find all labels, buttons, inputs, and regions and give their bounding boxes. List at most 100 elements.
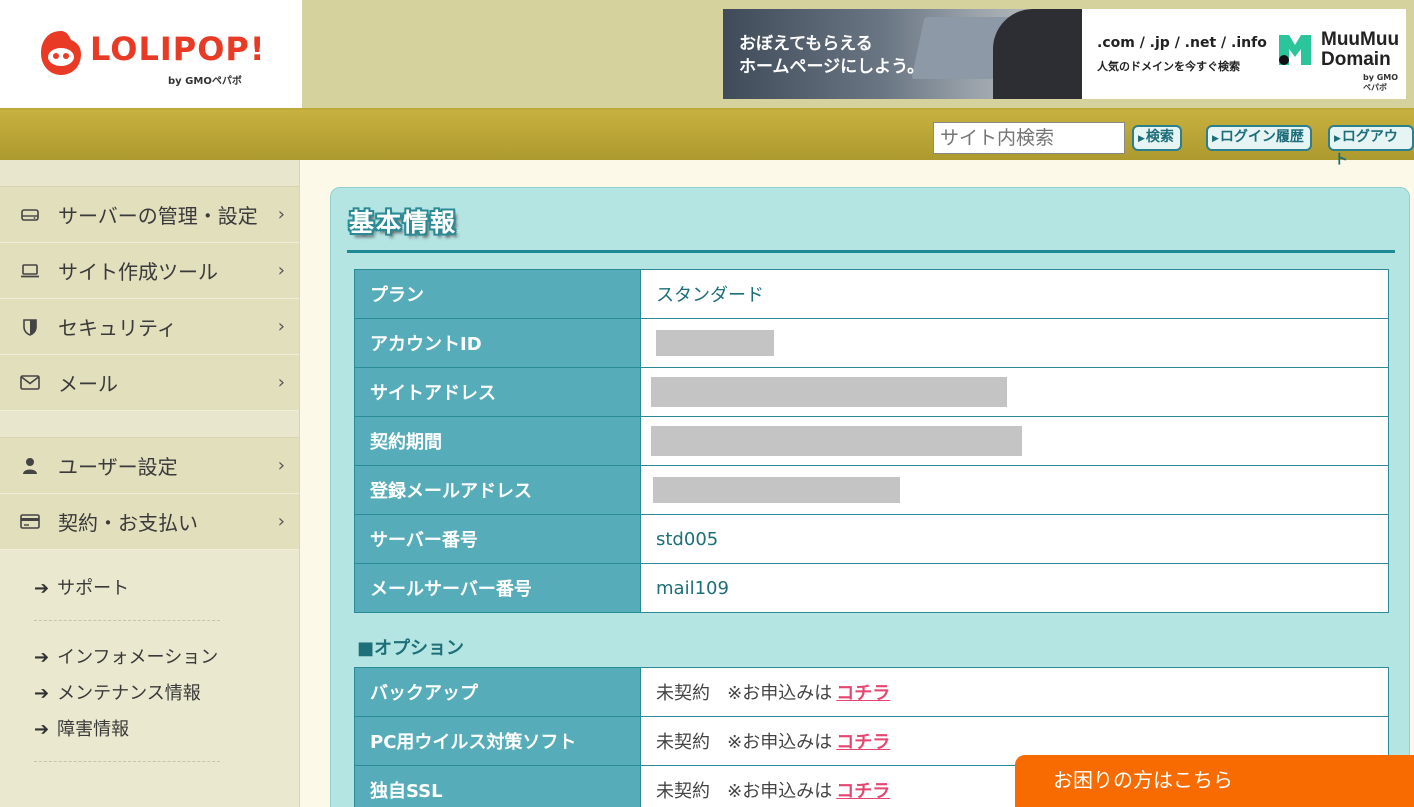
option-note: ※お申込みは (727, 732, 833, 753)
banner-domains: .com / .jp / .net / .info (1097, 35, 1267, 51)
play-arrow-icon: ▶ (1334, 134, 1341, 144)
sidebar-item-label: ユーザー設定 (58, 455, 178, 479)
header: LOLIPOP! by GMOペパボ おぼえてもらえる ホームページにしよう。 … (0, 0, 1414, 108)
option-note: ※お申込みは (727, 683, 833, 704)
table-row: メールサーバー番号 mail109 (354, 563, 1389, 613)
toolbar: ▶検索 ▶ログイン履歴 ▶ログアウト (0, 108, 1414, 168)
lolipop-logo[interactable]: LOLIPOP! by GMOペパボ (0, 0, 302, 108)
arrow-right-icon: ➔ (34, 647, 50, 668)
sidebar-item-label: メール (58, 372, 118, 396)
logo-text: LOLIPOP! (90, 30, 266, 68)
logout-button[interactable]: ▶ログアウト (1328, 125, 1414, 168)
chevron-right-icon: › (277, 204, 285, 225)
row-value-redacted (640, 318, 1389, 368)
logo-mark-icon (41, 31, 81, 75)
sidebar-links: ➔ サポート ➔ インフォメーション ➔ メンテナンス情報 ➔ 障害情報 (0, 550, 299, 762)
option-status: 未契約 (656, 683, 710, 704)
sidebar-item-label: サーバーの管理・設定 (58, 204, 258, 228)
table-row: サイトアドレス (354, 367, 1389, 417)
row-value-redacted (640, 465, 1389, 515)
option-label: PC用ウイルス対策ソフト (354, 716, 641, 766)
title-rule (347, 250, 1395, 253)
sidebar-item-mail[interactable]: メール › (0, 355, 299, 411)
sidebar-item-label: サイト作成ツール (58, 260, 218, 284)
redacted-value (651, 426, 1022, 456)
divider (34, 620, 220, 621)
muumuu-logo-icon (1279, 35, 1311, 65)
basic-info-panel: 基本情報 プラン スタンダード アカウントID サイトアドレス 契約期間 登録メ… (330, 187, 1410, 807)
row-label: メールサーバー番号 (354, 563, 641, 613)
row-label: サイトアドレス (354, 367, 641, 417)
page-title: 基本情報 (349, 208, 458, 237)
table-row: 契約期間 (354, 416, 1389, 466)
option-label: 独自SSL (354, 765, 641, 807)
sidebar-item-server-settings[interactable]: サーバーの管理・設定 › (0, 187, 299, 243)
apply-link-backup[interactable]: コチラ (836, 683, 890, 704)
site-search-input[interactable] (933, 122, 1125, 154)
muumuu-brand: MuuMuu Domain (1321, 29, 1400, 70)
redacted-value (653, 477, 900, 503)
laptop-icon (20, 261, 40, 281)
row-value-redacted (640, 416, 1389, 466)
option-status: 未契約 (656, 781, 710, 802)
server-icon (20, 205, 40, 225)
user-icon (20, 456, 40, 476)
row-label: 契約期間 (354, 416, 641, 466)
divider (34, 761, 220, 762)
row-value: mail109 (640, 563, 1389, 613)
options-heading: ■オプション (357, 638, 465, 659)
play-arrow-icon: ▶ (1138, 134, 1145, 144)
row-value: スタンダード (640, 269, 1389, 319)
row-label: アカウントID (354, 318, 641, 368)
chevron-right-icon: › (277, 455, 285, 476)
row-value-redacted (640, 367, 1389, 417)
chevron-right-icon: › (277, 372, 285, 393)
sidebar: サーバーの管理・設定 › サイト作成ツール › セキュリティ › メール › ユ… (0, 160, 300, 807)
row-value: std005 (640, 514, 1389, 564)
chevron-right-icon: › (277, 511, 285, 532)
row-label: プラン (354, 269, 641, 319)
sidebar-item-security[interactable]: セキュリティ › (0, 299, 299, 355)
sidebar-item-site-tools[interactable]: サイト作成ツール › (0, 243, 299, 299)
sidebar-item-user-settings[interactable]: ユーザー設定 › (0, 438, 299, 494)
apply-link-antivirus[interactable]: コチラ (836, 732, 890, 753)
redacted-value (656, 330, 774, 356)
table-row: プラン スタンダード (354, 269, 1389, 319)
sidebar-item-contract-payment[interactable]: 契約・お支払い › (0, 494, 299, 550)
redacted-value (651, 377, 1007, 407)
banner-tagline: 人気のドメインを今すぐ検索 (1097, 60, 1240, 73)
muumuu-brand-sub: by GMOペパボ (1363, 73, 1399, 92)
option-value: 未契約 ※お申込みは コチラ (640, 667, 1389, 717)
option-status: 未契約 (656, 732, 710, 753)
muumuu-domain-banner[interactable]: おぼえてもらえる ホームページにしよう。 .com / .jp / .net /… (723, 9, 1406, 99)
credit-card-icon (20, 512, 40, 532)
login-history-button[interactable]: ▶ログイン履歴 (1206, 125, 1312, 151)
sidebar-link-maintenance[interactable]: ➔ メンテナンス情報 (34, 681, 299, 717)
help-button[interactable]: お困りの方はこちら (1015, 755, 1414, 807)
row-label: 登録メールアドレス (354, 465, 641, 515)
sidebar-link-support[interactable]: ➔ サポート (34, 576, 299, 612)
table-row: サーバー番号 std005 (354, 514, 1389, 564)
chevron-right-icon: › (277, 260, 285, 281)
apply-link-ssl[interactable]: コチラ (836, 781, 890, 802)
option-label: バックアップ (354, 667, 641, 717)
mail-icon (20, 373, 40, 393)
banner-copy: おぼえてもらえる ホームページにしよう。 (739, 34, 925, 77)
logo-subtext: by GMOペパボ (168, 76, 242, 87)
option-note: ※お申込みは (727, 781, 833, 802)
table-row: バックアップ 未契約 ※お申込みは コチラ (354, 667, 1389, 717)
arrow-right-icon: ➔ (34, 578, 50, 599)
search-button[interactable]: ▶検索 (1132, 125, 1182, 151)
basic-info-table: プラン スタンダード アカウントID サイトアドレス 契約期間 登録メールアドレ… (354, 269, 1389, 613)
sidebar-link-outage[interactable]: ➔ 障害情報 (34, 717, 299, 753)
table-row: アカウントID (354, 318, 1389, 368)
table-row: 登録メールアドレス (354, 465, 1389, 515)
arrow-right-icon: ➔ (34, 683, 50, 704)
arrow-right-icon: ➔ (34, 719, 50, 740)
banner-photo: おぼえてもらえる ホームページにしよう。 (723, 9, 1082, 99)
shield-icon (20, 317, 40, 337)
sidebar-link-information[interactable]: ➔ インフォメーション (34, 645, 299, 681)
play-arrow-icon: ▶ (1212, 134, 1219, 144)
sidebar-item-label: セキュリティ (58, 316, 177, 340)
row-label: サーバー番号 (354, 514, 641, 564)
